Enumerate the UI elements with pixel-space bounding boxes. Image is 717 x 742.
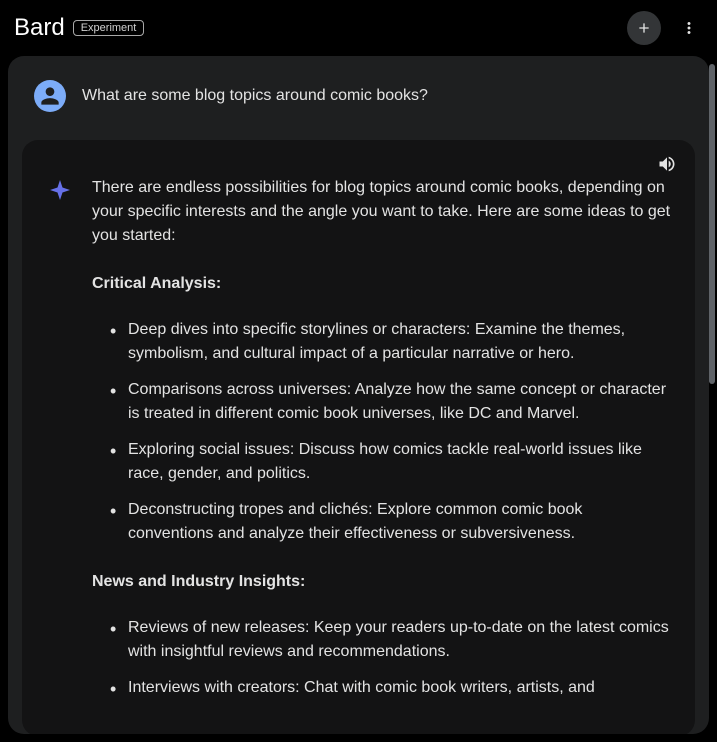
response-card: There are endless possibilities for blog… xyxy=(22,140,695,734)
user-avatar xyxy=(34,80,66,112)
more-options-button[interactable] xyxy=(675,14,703,42)
brand-name: Bard xyxy=(14,14,65,42)
list-item: Deep dives into specific storylines or c… xyxy=(110,318,671,366)
section-list: Deep dives into specific storylines or c… xyxy=(92,318,671,546)
conversation-panel: What are some blog topics around comic b… xyxy=(8,56,709,734)
user-message-text: What are some blog topics around comic b… xyxy=(82,87,428,105)
list-item: Deconstructing tropes and clichés: Explo… xyxy=(110,498,671,546)
section-list: Reviews of new releases: Keep your reade… xyxy=(92,616,671,700)
list-item: Exploring social issues: Discuss how com… xyxy=(110,438,671,486)
section-heading: News and Industry Insights: xyxy=(92,570,671,594)
section-heading: Critical Analysis: xyxy=(92,272,671,296)
header-left: Bard Experiment xyxy=(14,14,144,42)
list-item: Interviews with creators: Chat with comi… xyxy=(110,676,671,700)
user-message: What are some blog topics around comic b… xyxy=(8,62,709,128)
response-text: There are endless possibilities for blog… xyxy=(92,176,671,712)
response-intro: There are endless possibilities for blog… xyxy=(92,176,671,248)
header-right xyxy=(627,11,703,45)
bard-sparkle-icon xyxy=(46,178,74,206)
response-content: There are endless possibilities for blog… xyxy=(46,176,671,712)
scrollbar[interactable] xyxy=(709,64,715,384)
header: Bard Experiment xyxy=(0,0,717,56)
new-chat-button[interactable] xyxy=(627,11,661,45)
speaker-icon xyxy=(657,154,677,174)
read-aloud-button[interactable] xyxy=(657,154,677,179)
list-item: Comparisons across universes: Analyze ho… xyxy=(110,378,671,426)
person-icon xyxy=(37,83,63,109)
plus-icon xyxy=(636,20,652,36)
more-vert-icon xyxy=(680,19,698,37)
experiment-badge: Experiment xyxy=(73,20,145,36)
list-item: Reviews of new releases: Keep your reade… xyxy=(110,616,671,664)
